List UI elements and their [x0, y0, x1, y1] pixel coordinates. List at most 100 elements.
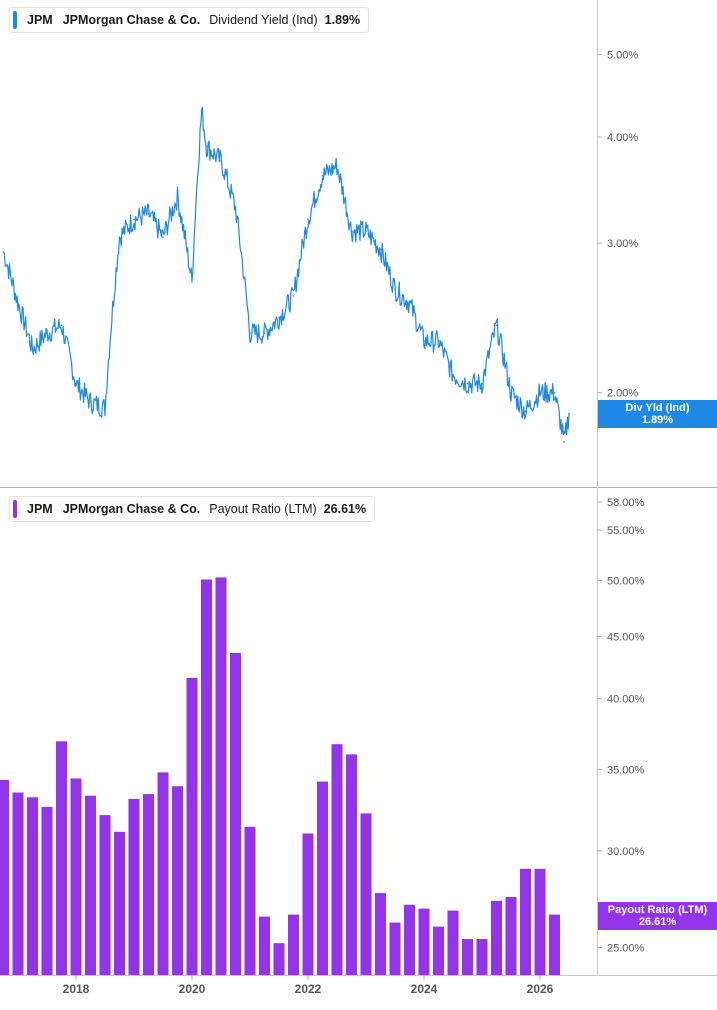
- payout-bar[interactable]: [273, 943, 285, 975]
- payout-bar[interactable]: [186, 677, 198, 975]
- dividend-yield-point: [200, 109, 203, 112]
- dividend-yield-point: [510, 391, 512, 394]
- payout-bar[interactable]: [505, 897, 517, 975]
- payout-bar[interactable]: [375, 893, 386, 975]
- legend-metric: Payout Ratio (LTM): [209, 502, 317, 516]
- y-tick-label: 35.00%: [607, 764, 645, 776]
- y-tick-label: 25.00%: [607, 942, 645, 954]
- payout-bar[interactable]: [491, 900, 502, 975]
- payout-bar[interactable]: [520, 868, 531, 975]
- payout-bar[interactable]: [549, 914, 560, 975]
- dividend-yield-point: [568, 412, 570, 415]
- dividend-yield-point: [234, 207, 237, 209]
- payout-ratio-legend[interactable]: JPM JPMorgan Chase & Co. Payout Ratio (L…: [9, 496, 376, 522]
- dividend-yield-line: [2, 106, 570, 443]
- payout-bar[interactable]: [215, 577, 227, 975]
- dividend-yield-point: [46, 332, 48, 335]
- legend-metric: Dividend Yield (Ind): [209, 13, 318, 27]
- payout-bar[interactable]: [447, 910, 459, 975]
- payout-bar[interactable]: [143, 794, 154, 975]
- payout-bar[interactable]: [404, 904, 415, 975]
- payout-bar[interactable]: [70, 778, 82, 976]
- payout-bar[interactable]: [302, 833, 314, 976]
- payout-bar[interactable]: [244, 826, 256, 975]
- dividend-yield-point: [553, 391, 556, 394]
- x-tick-label: 2018: [63, 982, 90, 996]
- payout-bar[interactable]: [230, 653, 241, 975]
- x-tick-label: 2024: [411, 982, 438, 996]
- payout-bar[interactable]: [128, 798, 140, 975]
- y-tick-label: 2.00%: [607, 388, 638, 400]
- payout-bar[interactable]: [99, 815, 111, 975]
- payout-bar[interactable]: [418, 908, 430, 975]
- payout-bar[interactable]: [157, 772, 169, 975]
- payout-bar[interactable]: [331, 744, 343, 975]
- dividend-yield-point: [60, 324, 63, 327]
- payout-bar[interactable]: [114, 831, 125, 975]
- dividend-yield-point: [147, 212, 150, 215]
- dividend-yield-point: [220, 160, 222, 162]
- payout-bar[interactable]: [346, 754, 357, 975]
- payout-bar[interactable]: [389, 922, 401, 975]
- dividend-yield-point: [118, 236, 121, 238]
- badge-value: 26.61%: [638, 916, 677, 928]
- dividend-yield-point: [292, 295, 295, 297]
- payout-bar[interactable]: [172, 786, 183, 975]
- dividend-yield-point: [423, 340, 425, 342]
- dividend-yield-point: [437, 340, 440, 342]
- y-tick-label: 4.00%: [607, 132, 638, 144]
- dividend-yield-point: [539, 391, 541, 394]
- dividend-yield-series-line[interactable]: [3, 106, 570, 436]
- payout-bar[interactable]: [433, 926, 444, 975]
- dividend-yield-point: [452, 373, 454, 376]
- dividend-yield-point: [481, 382, 483, 385]
- legend-ticker: JPM: [27, 13, 53, 27]
- payout-ratio-value-badge: Payout Ratio (LTM) 26.61%: [598, 902, 717, 930]
- dividend-yield-point: [31, 348, 34, 351]
- dividend-yield-point: [205, 145, 208, 148]
- legend-value: 1.89%: [324, 13, 361, 27]
- legend-company: JPMorgan Chase & Co.: [62, 13, 201, 27]
- dividend-yield-point: [75, 382, 77, 385]
- payout-bar[interactable]: [41, 806, 53, 975]
- payout-ratio-bars: [0, 577, 560, 975]
- dividend-yield-point: [176, 196, 179, 198]
- x-tick-label: 2026: [527, 982, 554, 996]
- dividend-yield-point: [162, 236, 164, 238]
- y-tick-label: 55.00%: [607, 525, 645, 537]
- dividend-yield-point: [2, 251, 5, 253]
- dividend-yield-point: [263, 332, 266, 335]
- dividend-yield-point: [321, 175, 324, 177]
- badge-value: 1.89%: [641, 414, 674, 426]
- y-tick-label: 5.00%: [607, 50, 638, 62]
- y-tick-label: 58.00%: [607, 497, 645, 509]
- payout-bar[interactable]: [534, 868, 546, 975]
- dividend-yield-point: [365, 230, 367, 232]
- payout-bar[interactable]: [360, 813, 372, 975]
- dividend-yield-point: [278, 317, 280, 319]
- x-axis: 2018 2020 2022 2024 2026: [63, 975, 554, 996]
- payout-bar[interactable]: [288, 914, 299, 975]
- payout-bar[interactable]: [56, 741, 67, 975]
- payout-bar[interactable]: [317, 781, 328, 975]
- dividend-yield-legend[interactable]: JPM JPMorgan Chase & Co. Dividend Yield …: [9, 7, 370, 33]
- payout-bar[interactable]: [85, 795, 96, 975]
- payout-bar[interactable]: [259, 916, 270, 975]
- payout-bar[interactable]: [27, 797, 38, 975]
- dividend-yield-point: [394, 288, 396, 290]
- dividend-yield-point: [495, 324, 498, 327]
- x-tick-label: 2022: [295, 982, 322, 996]
- payout-bar[interactable]: [12, 792, 24, 976]
- y-tick-label: 45.00%: [607, 631, 645, 643]
- dividend-yield-point: [563, 441, 565, 443]
- dividend-yield-point: [191, 281, 193, 283]
- payout-bar[interactable]: [462, 939, 473, 975]
- dividend-yield-point: [307, 218, 309, 221]
- payout-bar[interactable]: [476, 939, 488, 975]
- dividend-yield-point: [379, 248, 382, 251]
- payout-bar[interactable]: [0, 780, 9, 975]
- dividend-yield-point: [17, 302, 19, 304]
- dividend-yield-point: [408, 302, 411, 304]
- payout-bar[interactable]: [201, 579, 212, 976]
- dividend-yield-point: [336, 165, 338, 167]
